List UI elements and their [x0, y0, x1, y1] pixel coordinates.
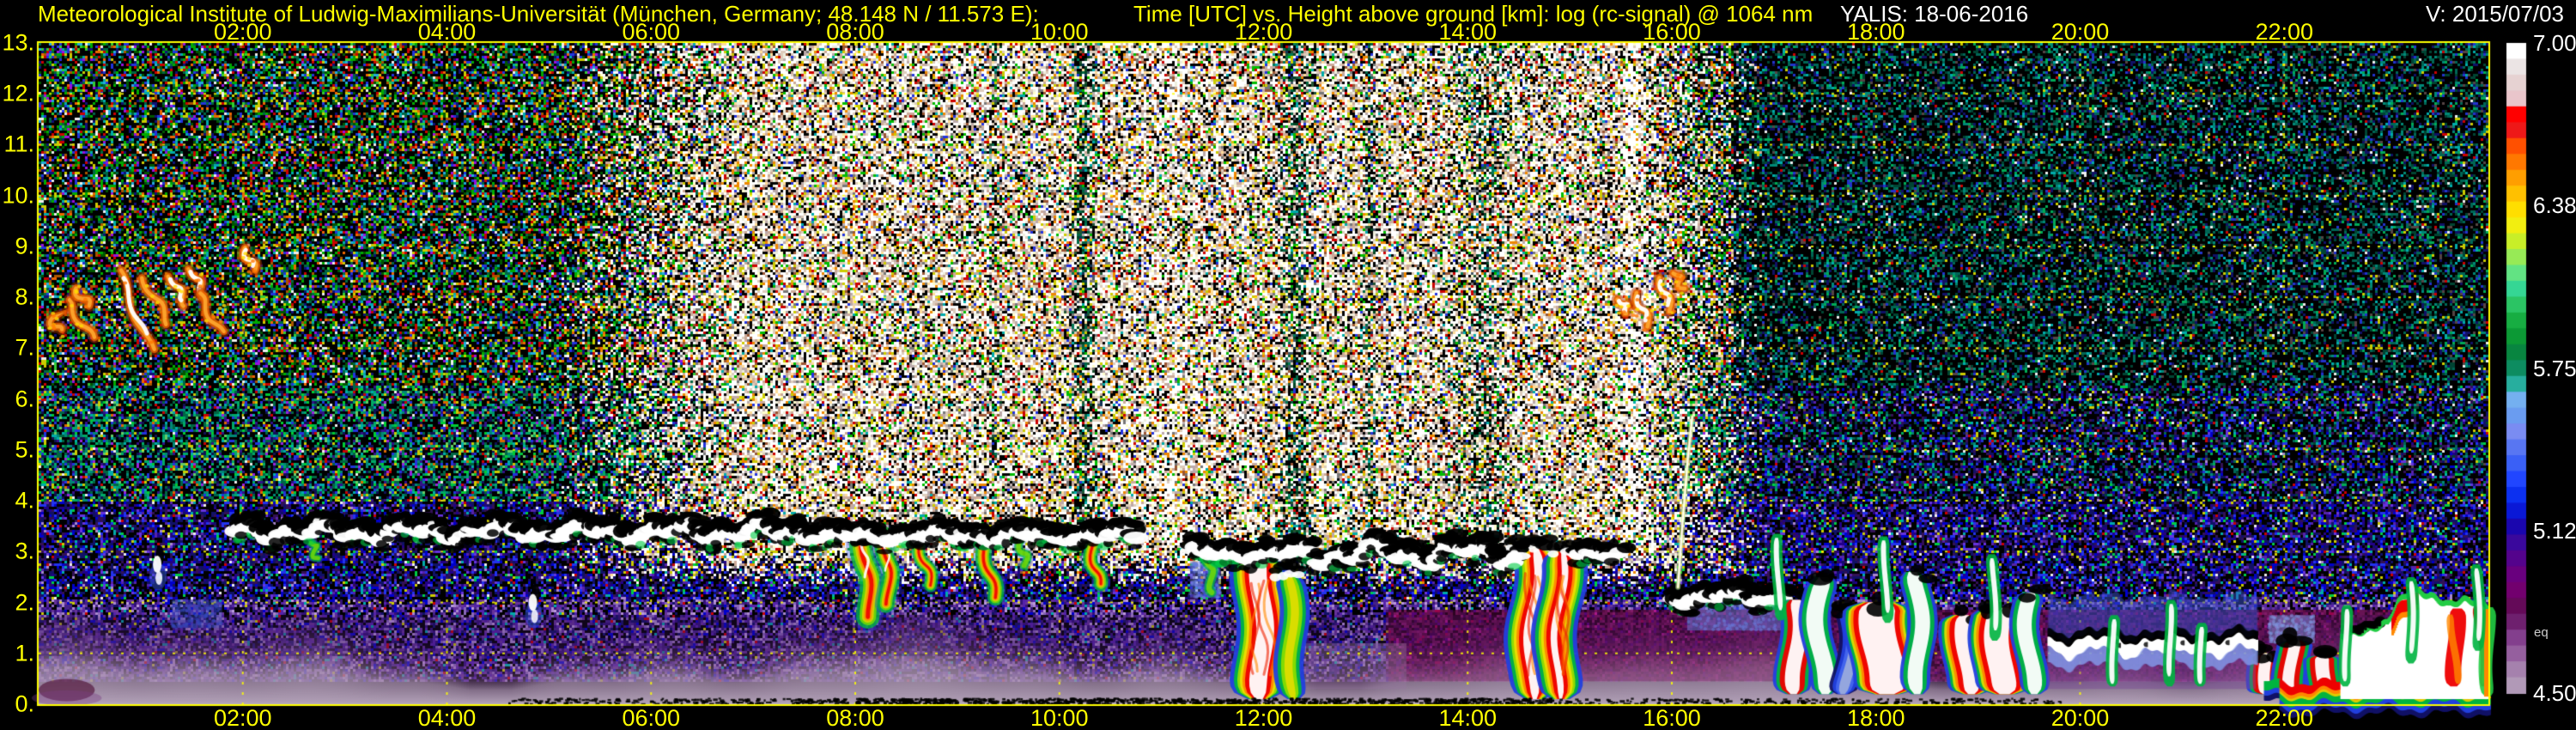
y-tick-label: 1.: [15, 640, 34, 666]
x-tick-label-top: 14:00: [1438, 19, 1498, 45]
x-tick-label-bottom: 20:00: [2050, 705, 2110, 730]
y-tick-label: 13.: [2, 29, 34, 56]
y-tick-label: 9.: [15, 233, 34, 259]
colorbar-tick-label: 4.50: [2533, 680, 2576, 706]
y-tick-label: 7.: [15, 334, 34, 361]
x-tick-label-top: 02:00: [213, 19, 272, 45]
y-tick-label: 5.: [15, 436, 34, 463]
x-tick-label-top: 22:00: [2255, 19, 2314, 45]
lidar-heatmap-canvas: [0, 0, 2576, 730]
x-tick-label-top: 16:00: [1643, 19, 1701, 45]
x-tick-label-top: 10:00: [1030, 19, 1089, 45]
x-tick-label-top: 18:00: [1846, 19, 1905, 45]
institute-title: Meteorological Institute of Ludwig-Maxim…: [38, 1, 1039, 27]
eq-note: eq: [2534, 625, 2549, 640]
x-tick-label-top: 04:00: [417, 19, 477, 45]
x-tick-label-top: 12:00: [1234, 19, 1293, 45]
y-tick-label: 10.: [2, 182, 34, 209]
y-tick-label: 0.: [15, 690, 34, 717]
x-tick-label-bottom: 22:00: [2255, 705, 2314, 730]
y-tick-label: 2.: [15, 589, 34, 616]
version-label: V: 2015/07/03: [2426, 1, 2564, 27]
x-tick-label-top: 08:00: [826, 19, 884, 45]
x-tick-label-bottom: 06:00: [622, 705, 681, 730]
y-tick-label: 8.: [15, 283, 34, 310]
colorbar-tick-label: 6.38: [2533, 192, 2576, 219]
x-tick-label-bottom: 16:00: [1643, 705, 1701, 730]
x-tick-label-bottom: 10:00: [1030, 705, 1089, 730]
lidar-quicklook-screen: Meteorological Institute of Ludwig-Maxim…: [0, 0, 2576, 730]
y-tick-label: 4.: [15, 487, 34, 514]
colorbar-tick-label: 5.75: [2533, 355, 2576, 381]
x-tick-label-top: 20:00: [2050, 19, 2110, 45]
x-tick-label-bottom: 12:00: [1234, 705, 1293, 730]
colorbar-tick-label: 5.12: [2533, 517, 2576, 544]
y-tick-label: 3.: [15, 538, 34, 564]
colorbar-tick-label: 7.00: [2533, 30, 2576, 56]
y-tick-label: 11.: [3, 131, 34, 157]
x-tick-label-bottom: 04:00: [417, 705, 477, 730]
x-tick-label-top: 06:00: [622, 19, 681, 45]
y-tick-label: 6.: [15, 386, 34, 412]
y-tick-label: 12.: [2, 80, 34, 106]
x-tick-label-bottom: 08:00: [826, 705, 884, 730]
x-tick-label-bottom: 14:00: [1438, 705, 1498, 730]
x-tick-label-bottom: 02:00: [213, 705, 272, 730]
x-tick-label-bottom: 18:00: [1846, 705, 1905, 730]
